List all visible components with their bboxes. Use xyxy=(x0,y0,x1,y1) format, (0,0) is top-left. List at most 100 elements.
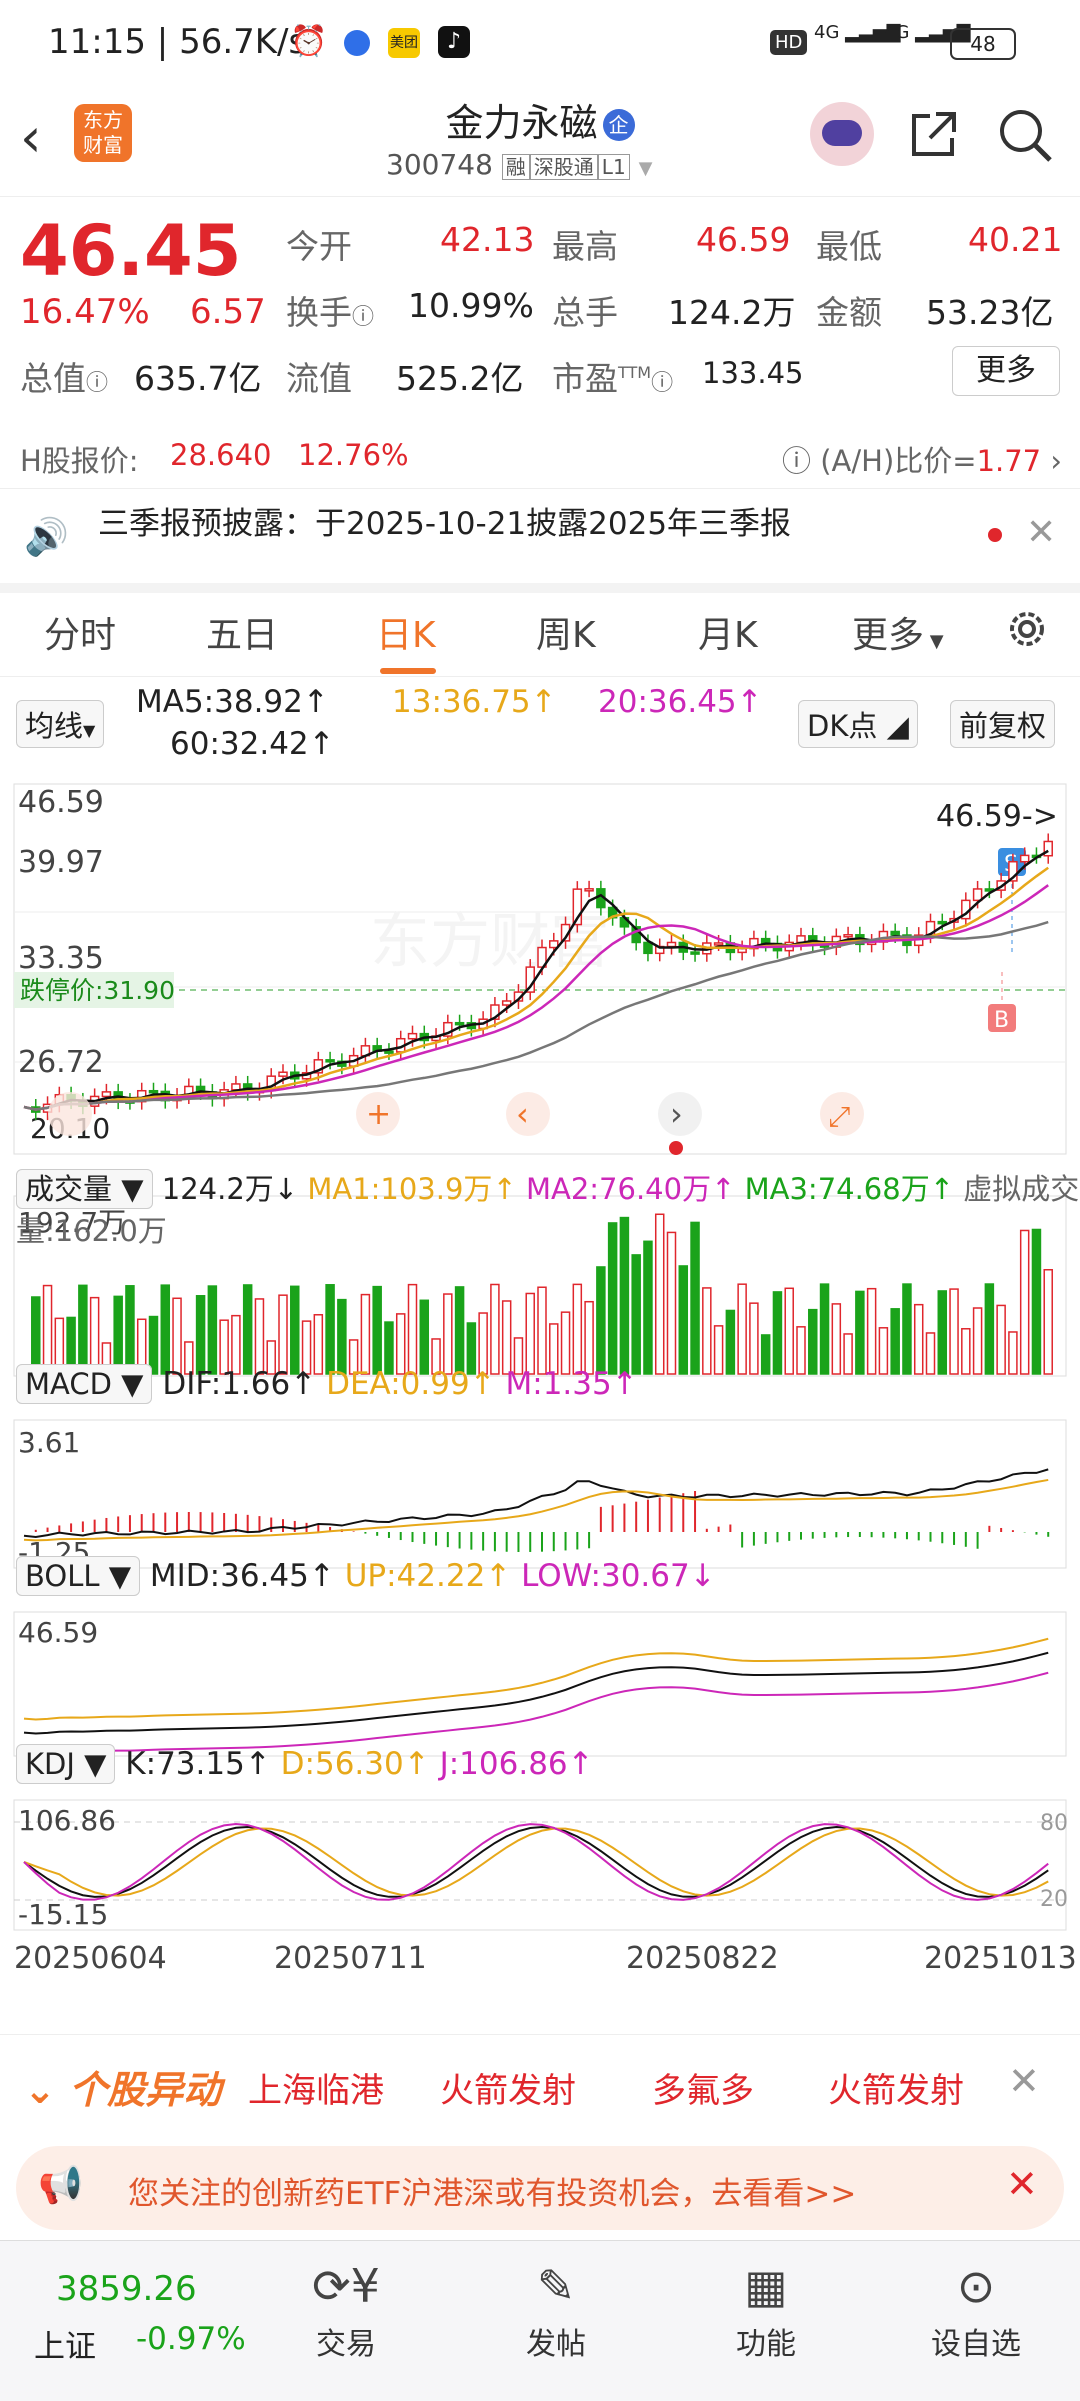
change-amount: 6.57 xyxy=(190,292,266,332)
ma13-value: 13:36.75↑ xyxy=(392,684,557,720)
candle-body xyxy=(454,1021,465,1026)
notice-text: 三季报预披露：于2025-10-21披露2025年三季报 xyxy=(98,506,792,542)
volume-bar xyxy=(702,1287,712,1375)
volume-bar xyxy=(360,1293,371,1375)
boll-up-line xyxy=(23,1637,1049,1721)
boll-up: UP:42.22 xyxy=(344,1558,486,1594)
boll-top-label: 46.59 xyxy=(18,1616,98,1649)
tab-more[interactable]: 更多 ▼ xyxy=(852,606,944,658)
ah-label: (A/H)比价= xyxy=(820,444,977,478)
scroll-left-glyph: ‹ xyxy=(516,1095,529,1133)
candle-body xyxy=(690,951,700,955)
j-line xyxy=(23,1823,1049,1901)
dk-point-button[interactable]: DK点 ◢ xyxy=(798,700,918,748)
pe-ttm: TTM xyxy=(618,363,652,382)
low-label: 最低 xyxy=(816,227,882,266)
macd-panel-frame xyxy=(13,1419,1067,1569)
edit-icon: ✎ xyxy=(536,2259,576,2313)
more-button[interactable]: 更多 xyxy=(952,346,1060,396)
index-value[interactable]: 3859.26 xyxy=(56,2269,197,2309)
volume-toggle[interactable]: 成交量 ▼ xyxy=(16,1169,153,1209)
boll-header: BOLL ▼ MID:36.45↑ UP:42.22↑ LOW:30.67↓ xyxy=(16,1556,716,1596)
unread-dot xyxy=(988,528,1002,542)
kline-svg[interactable]: 46.59 39.97 33.35 26.72 东方财富 跌停价:31.90 4… xyxy=(0,772,1080,2034)
kdj-toggle[interactable]: KDJ ▼ xyxy=(16,1744,116,1784)
clock: 11:15 xyxy=(48,22,146,62)
ma5-line xyxy=(23,849,1049,1111)
candle-body xyxy=(148,1089,159,1094)
volume-bar xyxy=(207,1285,218,1375)
volume-bar xyxy=(937,1290,948,1375)
trade-button[interactable]: ⟳¥ 交易 xyxy=(276,2259,416,2363)
close-icon[interactable]: ✕ xyxy=(1006,2162,1038,2206)
candle-body xyxy=(972,888,983,902)
kdj-80-label: 80 xyxy=(1040,1811,1068,1836)
turnover-label-text: 换手 xyxy=(286,293,352,332)
settings-icon[interactable] xyxy=(1002,604,1052,658)
scroll-position-dot xyxy=(669,1141,683,1155)
vol-ma3: MA3:74.68万 xyxy=(744,1172,930,1206)
candle-body xyxy=(1019,854,1030,863)
mover-item-4[interactable]: 火箭发射 xyxy=(828,2063,964,2112)
adjust-button[interactable]: 前复权 xyxy=(950,700,1056,748)
tab-intraday[interactable]: 分时 xyxy=(44,606,116,658)
ma5-text: MA5:38.92 xyxy=(136,684,303,720)
candle-body xyxy=(584,888,594,892)
quote-panel: 46.45 16.47% 6.57 今开 42.13 最高 46.59 最低 4… xyxy=(0,196,1080,426)
turnover-value: 10.99% xyxy=(408,286,534,325)
tag-level: L1 xyxy=(597,154,630,180)
more-circle-icon: ⊙ xyxy=(956,2259,996,2313)
date-label-1: 20250604 xyxy=(14,1941,167,1976)
mover-item-3[interactable]: 多氟多 xyxy=(652,2063,754,2112)
scroll-right-glyph: › xyxy=(670,1095,683,1133)
share-icon[interactable] xyxy=(906,106,962,166)
mover-item-2[interactable]: 火箭发射 xyxy=(440,2063,576,2112)
tab-daily-k[interactable]: 日K xyxy=(376,606,436,658)
volume-bar xyxy=(278,1294,288,1375)
tab-weekly-k[interactable]: 周K xyxy=(536,606,596,658)
stock-movers-bar: ⌄ 个股异动 上海临港 火箭发射 多氟多 火箭发射 ✕ xyxy=(0,2034,1080,2141)
movers-title[interactable]: ⌄ 个股异动 xyxy=(24,2059,221,2114)
kdj-top-label: 106.86 xyxy=(18,1804,116,1837)
ai-assistant-icon[interactable] xyxy=(810,102,874,166)
functions-button[interactable]: ▦ 功能 xyxy=(696,2259,836,2363)
hshare-row[interactable]: H股报价: 28.640 12.76% ⓘ (A/H)比价=1.77 › xyxy=(0,428,1080,489)
tab-monthly-k[interactable]: 月K xyxy=(698,606,758,658)
index-name: 上证 xyxy=(34,2329,96,2365)
boll-toggle[interactable]: BOLL ▼ xyxy=(16,1556,141,1596)
yen-icon: ⟳¥ xyxy=(312,2259,380,2313)
close-icon[interactable]: ✕ xyxy=(1026,512,1056,553)
search-icon[interactable] xyxy=(996,106,1054,168)
volume-bar xyxy=(984,1283,995,1375)
candle-body xyxy=(101,1091,112,1098)
mover-item-1[interactable]: 上海临港 xyxy=(248,2063,384,2112)
macd-toggle[interactable]: MACD ▼ xyxy=(16,1364,153,1404)
notice-bar[interactable]: 🔊 三季报预披露：于2025-10-21披露2025年三季报 ✕ xyxy=(0,488,1080,593)
volume-bar xyxy=(113,1295,123,1375)
post-button[interactable]: ✎ 发帖 xyxy=(486,2259,626,2363)
volume-bar xyxy=(525,1292,535,1375)
add-watchlist-button[interactable]: ⊙ 设自选 xyxy=(906,2259,1046,2363)
volume-bar xyxy=(713,1325,724,1375)
candle-body xyxy=(643,941,653,955)
expand-glyph: ⤢ xyxy=(828,1100,850,1133)
open-label: 今开 xyxy=(286,227,352,266)
kdj-lines xyxy=(23,1823,1049,1901)
promo-banner[interactable]: 📢 您关注的创新药ETF沪港深或有投资机会，去看看>> ✕ xyxy=(16,2146,1064,2230)
mktcap-value: 635.7亿 xyxy=(134,359,262,398)
kdj-toggle-label: KDJ xyxy=(25,1747,75,1781)
stock-code-row[interactable]: 300748 融深股通 L1 ▼ xyxy=(386,148,652,181)
ma-toggle[interactable]: 均线▼ xyxy=(16,700,105,748)
volume-toggle-label: 成交量 xyxy=(25,1172,113,1206)
ma-lines xyxy=(23,849,1049,1111)
bottom-toolbar: 3859.26 上证 -0.97% ⟳¥ 交易 ✎ 发帖 ▦ 功能 ⊙ 设自选 xyxy=(0,2240,1080,2401)
ma5-value: MA5:38.92↑ xyxy=(136,684,329,720)
close-icon[interactable]: ✕ xyxy=(1008,2059,1040,2103)
volume-bar xyxy=(796,1326,806,1375)
volume-bar xyxy=(78,1284,88,1375)
kdj-20-label: 20 xyxy=(1040,1887,1068,1912)
volume-bar xyxy=(972,1307,983,1375)
tab-five-day[interactable]: 五日 xyxy=(206,606,278,658)
ma20-value: 20:36.45↑ xyxy=(598,684,763,720)
ma60-value: 60:32.42↑ xyxy=(170,726,335,762)
